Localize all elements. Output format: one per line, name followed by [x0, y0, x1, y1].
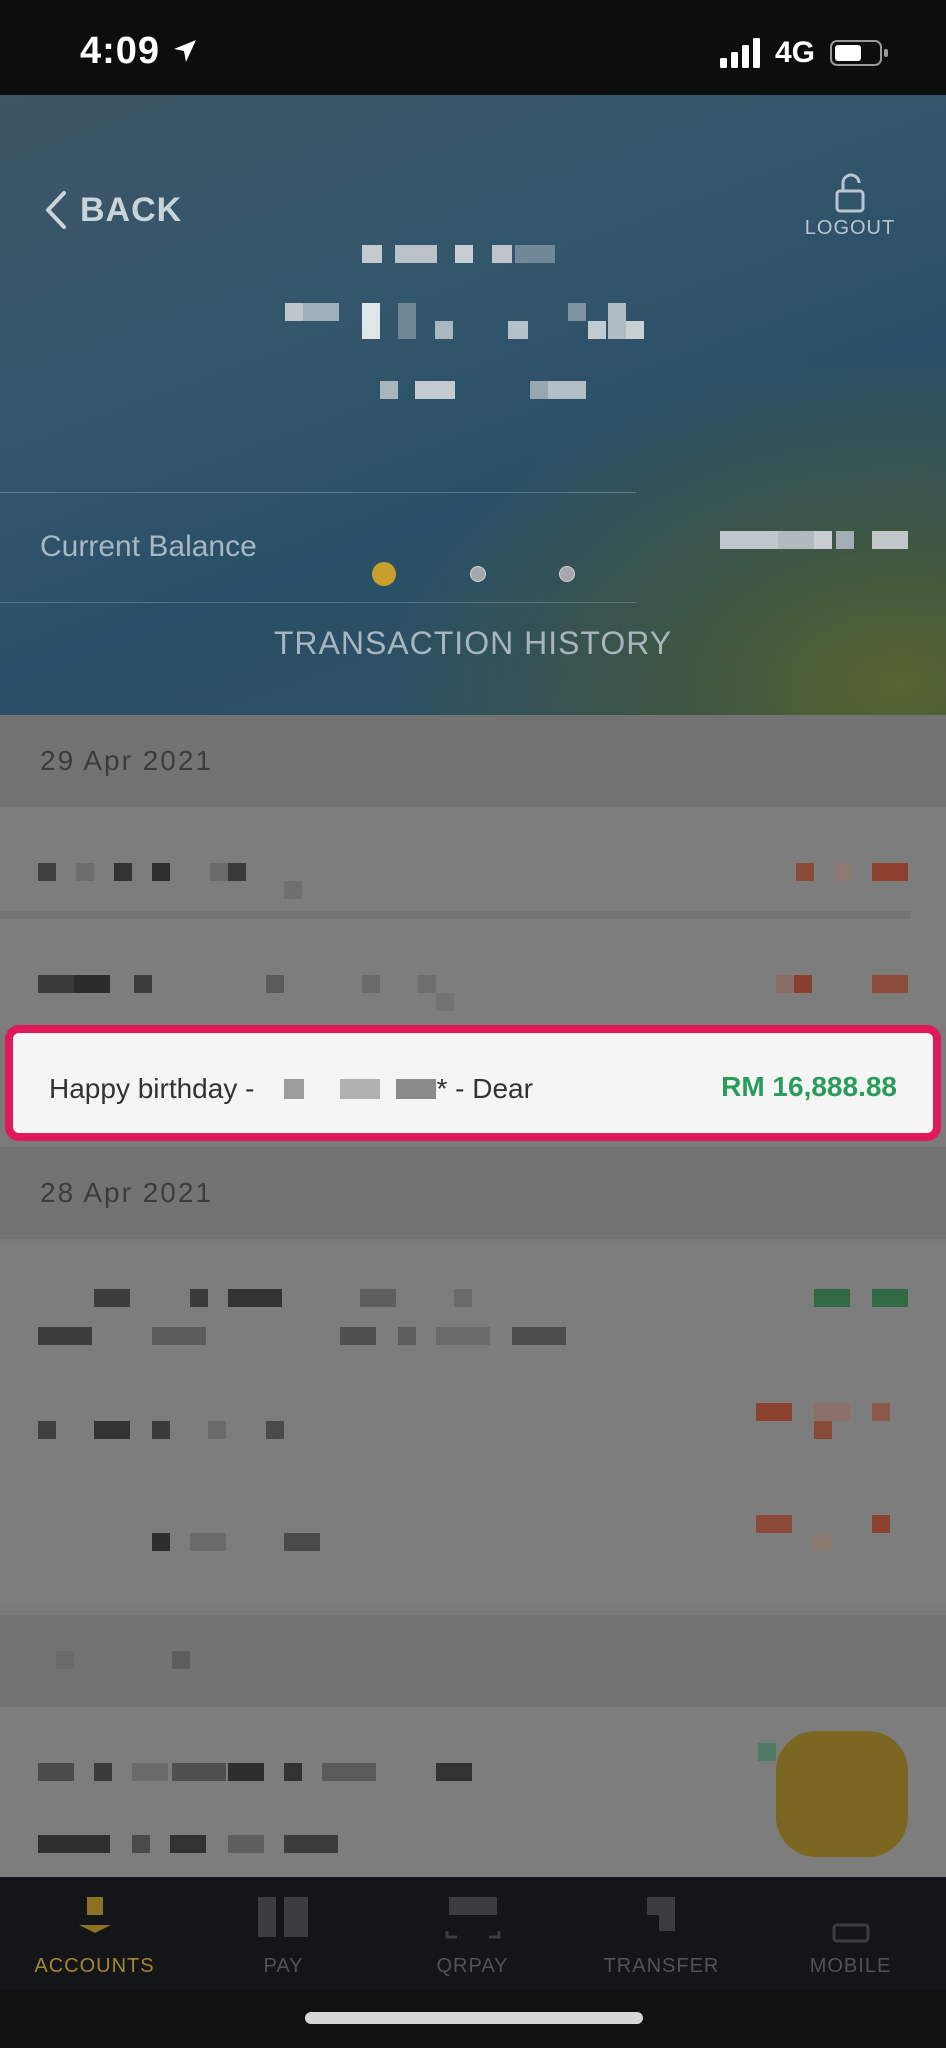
tab-label: QRPAY: [436, 1955, 509, 1977]
screen: 4:09 4G BACK LOGOUT Current Balance TRAN…: [0, 0, 946, 2048]
back-label: BACK: [80, 190, 183, 229]
redacted-name: [340, 1079, 381, 1099]
network-type: 4G: [775, 36, 816, 69]
home-indicator[interactable]: [305, 2012, 643, 2024]
page-dot[interactable]: [470, 566, 486, 582]
pixelated-coin-icon: [776, 1731, 908, 1857]
tab-label: TRANSFER: [603, 1955, 720, 1977]
highlighted-transaction[interactable]: Happy birthday - * - Dear RM 16,888.88: [5, 1025, 941, 1141]
page-dot[interactable]: [559, 566, 575, 582]
transaction-list[interactable]: 29 Apr 2021 28 Apr 2021: [0, 715, 946, 1877]
tab-qrpay[interactable]: QRPAY: [378, 1877, 567, 1990]
tab-bar: ACCOUNTS PAY QRPAY TRANSFER MOBILE: [0, 1877, 946, 1990]
transaction-description: Happy birthday - * - Dear: [49, 1073, 533, 1105]
transfer-icon: [646, 1897, 675, 1931]
date-header: [0, 1615, 946, 1707]
qr-icon: [445, 1897, 500, 1939]
page-dot-active[interactable]: [372, 562, 396, 586]
pay-icon: [257, 1897, 308, 1937]
transaction-card: [0, 1707, 946, 1877]
redacted-name: [396, 1079, 437, 1099]
transaction-amount: RM 16,888.88: [721, 1071, 897, 1102]
home-indicator-area: [0, 1990, 946, 2048]
divider: [0, 492, 636, 493]
tab-accounts[interactable]: ACCOUNTS: [0, 1877, 189, 1990]
status-bar: 4:09 4G: [0, 0, 946, 95]
accounts-icon: [78, 1897, 111, 1933]
status-time: 4:09: [80, 30, 161, 72]
section-title: TRANSACTION HISTORY: [273, 625, 673, 661]
battery-icon: [830, 40, 888, 66]
transaction-card: [0, 807, 946, 1027]
tab-label: ACCOUNTS: [34, 1955, 155, 1977]
redacted-name: [284, 1079, 305, 1099]
tab-mobile[interactable]: MOBILE: [756, 1877, 945, 1990]
location-arrow-icon: [174, 40, 196, 62]
balance-label: Current Balance: [40, 530, 257, 563]
back-button[interactable]: BACK: [44, 185, 182, 235]
mobile-icon: [832, 1923, 869, 1943]
transaction-desc-suffix: * - Dear: [436, 1073, 533, 1104]
date-header: 28 Apr 2021: [0, 1147, 946, 1239]
unlock-icon: [835, 173, 865, 213]
tab-label: MOBILE: [809, 1955, 892, 1977]
logout-button[interactable]: LOGOUT: [800, 173, 900, 240]
logout-label: LOGOUT: [804, 217, 896, 239]
signal-icon: [720, 38, 760, 68]
tab-transfer[interactable]: TRANSFER: [567, 1877, 756, 1990]
chevron-left-icon: [46, 191, 66, 229]
divider: [0, 602, 636, 603]
account-header: BACK LOGOUT Current Balance TRANSACTION …: [0, 95, 946, 715]
tab-pay[interactable]: PAY: [189, 1877, 378, 1990]
transaction-card: [0, 1245, 946, 1605]
tab-label: PAY: [263, 1955, 304, 1977]
transaction-desc-prefix: Happy birthday -: [49, 1073, 255, 1104]
date-header: 29 Apr 2021: [0, 715, 946, 807]
